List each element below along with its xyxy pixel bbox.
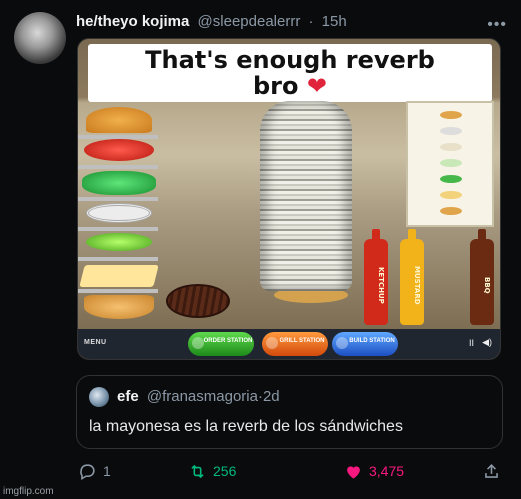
pause-icon: II — [468, 338, 474, 348]
reply-count: 1 — [103, 463, 111, 479]
like-button[interactable]: 3,475 — [344, 458, 404, 484]
cheese-ingredient — [79, 265, 159, 287]
shelf — [78, 227, 158, 231]
bbq-bottle: BBQ — [470, 229, 494, 325]
ticket-onion — [440, 127, 462, 135]
ticket-bottom-bun — [440, 207, 462, 215]
reply-icon — [80, 463, 95, 480]
shelf — [78, 165, 158, 169]
mayonnaise-stack — [260, 101, 352, 291]
top-bun-ingredient — [86, 107, 152, 133]
more-horizontal-icon[interactable]: ••• — [487, 16, 507, 34]
tweet[interactable]: he/theyo kojima @sleepdealerrr · 15h •••… — [0, 0, 521, 499]
share-button[interactable] — [482, 458, 507, 484]
order-station-label: ORDER STATION — [203, 338, 253, 344]
display-name[interactable]: he/theyo kojima — [76, 13, 189, 30]
onion-ingredient — [86, 203, 152, 223]
quote-display-name: efe — [117, 388, 139, 405]
bottom-bun-ingredient — [84, 295, 154, 319]
lettuce-ingredient — [82, 171, 156, 195]
quote-text: la mayonesa es la reverb de los sándwich… — [89, 418, 403, 435]
imgflip-watermark: imgflip.com — [3, 486, 54, 497]
quote-handle: @franasmagoria — [146, 388, 258, 405]
separator: · — [308, 13, 314, 30]
share-icon — [485, 463, 498, 478]
retweet-count: 256 — [213, 463, 237, 479]
ketchup-bottle: KETCHUP — [364, 229, 388, 325]
tweet-actions: 1 256 3,475 — [76, 458, 506, 484]
retweet-button[interactable]: 256 — [188, 458, 236, 484]
timestamp[interactable]: 15h — [322, 13, 347, 30]
build-station-label: BUILD STATION — [349, 338, 395, 344]
ticket-lettuce — [440, 175, 462, 183]
shelf — [78, 257, 158, 261]
menu-button: MENU — [84, 339, 107, 346]
ketchup-label: KETCHUP — [377, 266, 385, 304]
meme-caption: That's enough reverb bro ❤ — [88, 47, 492, 99]
grill-station-button: GRILL STATION — [262, 332, 328, 356]
bbq-label: BBQ — [483, 276, 491, 294]
tomato-ingredient — [84, 139, 154, 161]
build-station-button: BUILD STATION — [332, 332, 398, 356]
shelf — [78, 289, 158, 293]
ticket-cheese — [440, 191, 462, 199]
retweet-icon — [191, 464, 204, 478]
burger-patty — [166, 284, 230, 318]
mustard-label: MUSTARD — [413, 265, 421, 305]
quote-timestamp: 2d — [262, 388, 280, 405]
like-count: 3,475 — [369, 463, 405, 479]
quote-avatar[interactable] — [89, 387, 109, 407]
tweet-header: he/theyo kojima @sleepdealerrr · 15h — [76, 13, 501, 33]
mustard-bottle: MUSTARD — [400, 229, 424, 325]
sound-icon: ◀) — [482, 337, 492, 347]
order-ticket — [406, 101, 494, 227]
caption-line-1: That's enough reverb — [145, 46, 435, 74]
caption-line-2: bro — [253, 72, 299, 100]
heart-icon: ❤ — [306, 72, 327, 100]
handle[interactable]: @sleepdealerrr — [198, 13, 301, 30]
grill-station-label: GRILL STATION — [279, 338, 325, 344]
pickle-ingredient — [86, 233, 152, 251]
heart-filled-icon — [347, 465, 360, 479]
ticket-sauce — [440, 143, 462, 151]
game-toolbar: MENU ORDER STATION GRILL STATION BUILD S… — [78, 329, 500, 359]
avatar[interactable] — [14, 12, 66, 64]
shelf — [78, 197, 158, 201]
ticket-pickle — [440, 159, 462, 167]
tweet-media-image[interactable]: That's enough reverb bro ❤ KETCHUP MUSTA… — [77, 38, 501, 360]
ticket-bun — [440, 111, 462, 119]
quoted-tweet[interactable]: efe @franasmagoria·2d la mayonesa es la … — [76, 375, 503, 449]
reply-button[interactable]: 1 — [78, 458, 111, 484]
quote-header: efe @franasmagoria·2d — [117, 388, 280, 405]
order-station-button: ORDER STATION — [188, 332, 254, 356]
